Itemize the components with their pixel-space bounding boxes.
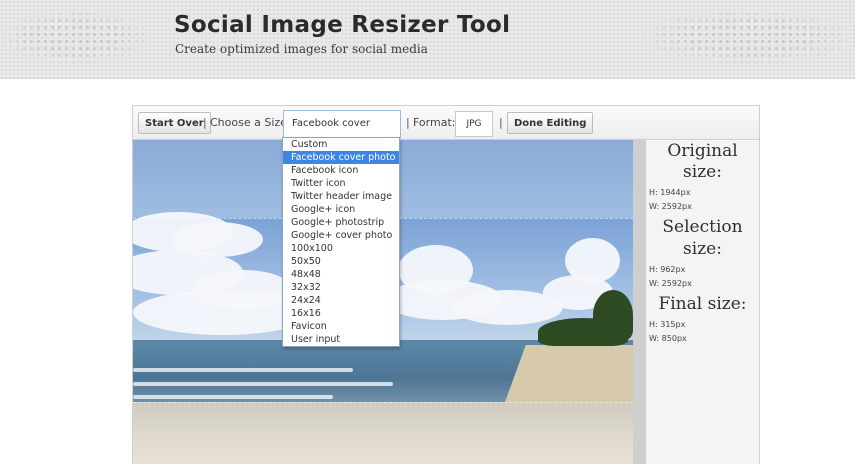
page-title: Social Image Resizer Tool xyxy=(174,12,511,38)
final-height: H: 315px xyxy=(649,320,686,329)
final-size-heading: Final size: xyxy=(658,294,747,314)
size-option[interactable]: User input xyxy=(283,333,399,346)
photo-wave xyxy=(133,395,333,399)
selection-size-heading: size: xyxy=(683,239,722,259)
selection-size-heading: Selection xyxy=(662,217,743,237)
decorative-dots-left xyxy=(0,10,150,64)
editor-toolbar: Start Over | Choose a Size: Facebook cov… xyxy=(133,106,759,155)
size-dropdown-list[interactable]: Custom Facebook cover photo Facebook icon T… xyxy=(282,137,400,347)
final-width: W: 850px xyxy=(649,334,687,343)
photo-wave xyxy=(133,382,393,386)
size-option[interactable]: Twitter icon xyxy=(283,177,399,190)
original-height: H: 1944px xyxy=(649,188,691,197)
original-width: W: 2592px xyxy=(649,202,692,211)
photo-palms xyxy=(593,290,633,340)
size-option[interactable]: Favicon xyxy=(283,320,399,333)
size-option[interactable]: Facebook icon xyxy=(283,164,399,177)
size-option[interactable]: Twitter header image xyxy=(283,190,399,203)
selection-height: H: 962px xyxy=(649,265,686,274)
original-size-heading: Original xyxy=(667,141,738,161)
original-size-heading: size: xyxy=(683,162,722,182)
toolbar-separator: | xyxy=(203,116,207,129)
size-info-panel: Original size: H: 1944px W: 2592px Selec… xyxy=(646,140,759,464)
size-option[interactable]: 50x50 xyxy=(283,255,399,268)
choose-size-label: Choose a Size: xyxy=(210,116,291,129)
format-field[interactable]: JPG xyxy=(455,111,493,137)
toolbar-separator: | xyxy=(406,116,410,129)
size-option[interactable]: 48x48 xyxy=(283,268,399,281)
size-select[interactable]: Facebook cover photo xyxy=(283,110,401,155)
toolbar-separator: | xyxy=(499,116,503,129)
image-editor: Start Over | Choose a Size: Facebook cov… xyxy=(132,105,760,464)
decorative-dots-right xyxy=(640,10,855,64)
page-subtitle: Create optimized images for social media xyxy=(175,42,428,56)
size-option[interactable]: 100x100 xyxy=(283,242,399,255)
size-option[interactable]: Google+ photostrip xyxy=(283,216,399,229)
size-option[interactable]: Custom xyxy=(283,138,399,151)
crop-mask-bottom xyxy=(133,402,633,464)
size-option[interactable]: 32x32 xyxy=(283,281,399,294)
crop-edge-bottom[interactable] xyxy=(133,402,633,404)
format-label: Format: xyxy=(413,116,456,129)
start-over-button[interactable]: Start Over xyxy=(138,112,211,134)
size-option[interactable]: 16x16 xyxy=(283,307,399,320)
size-option[interactable]: Google+ cover photo xyxy=(283,229,399,242)
done-editing-button[interactable]: Done Editing xyxy=(507,112,594,134)
page-header: Social Image Resizer Tool Create optimiz… xyxy=(0,0,855,79)
scroll-strip xyxy=(633,140,646,464)
size-option[interactable]: Google+ icon xyxy=(283,203,399,216)
selection-width: W: 2592px xyxy=(649,279,692,288)
size-option[interactable]: Facebook cover photo xyxy=(283,151,399,164)
size-option[interactable]: 24x24 xyxy=(283,294,399,307)
photo-wave xyxy=(133,368,353,372)
